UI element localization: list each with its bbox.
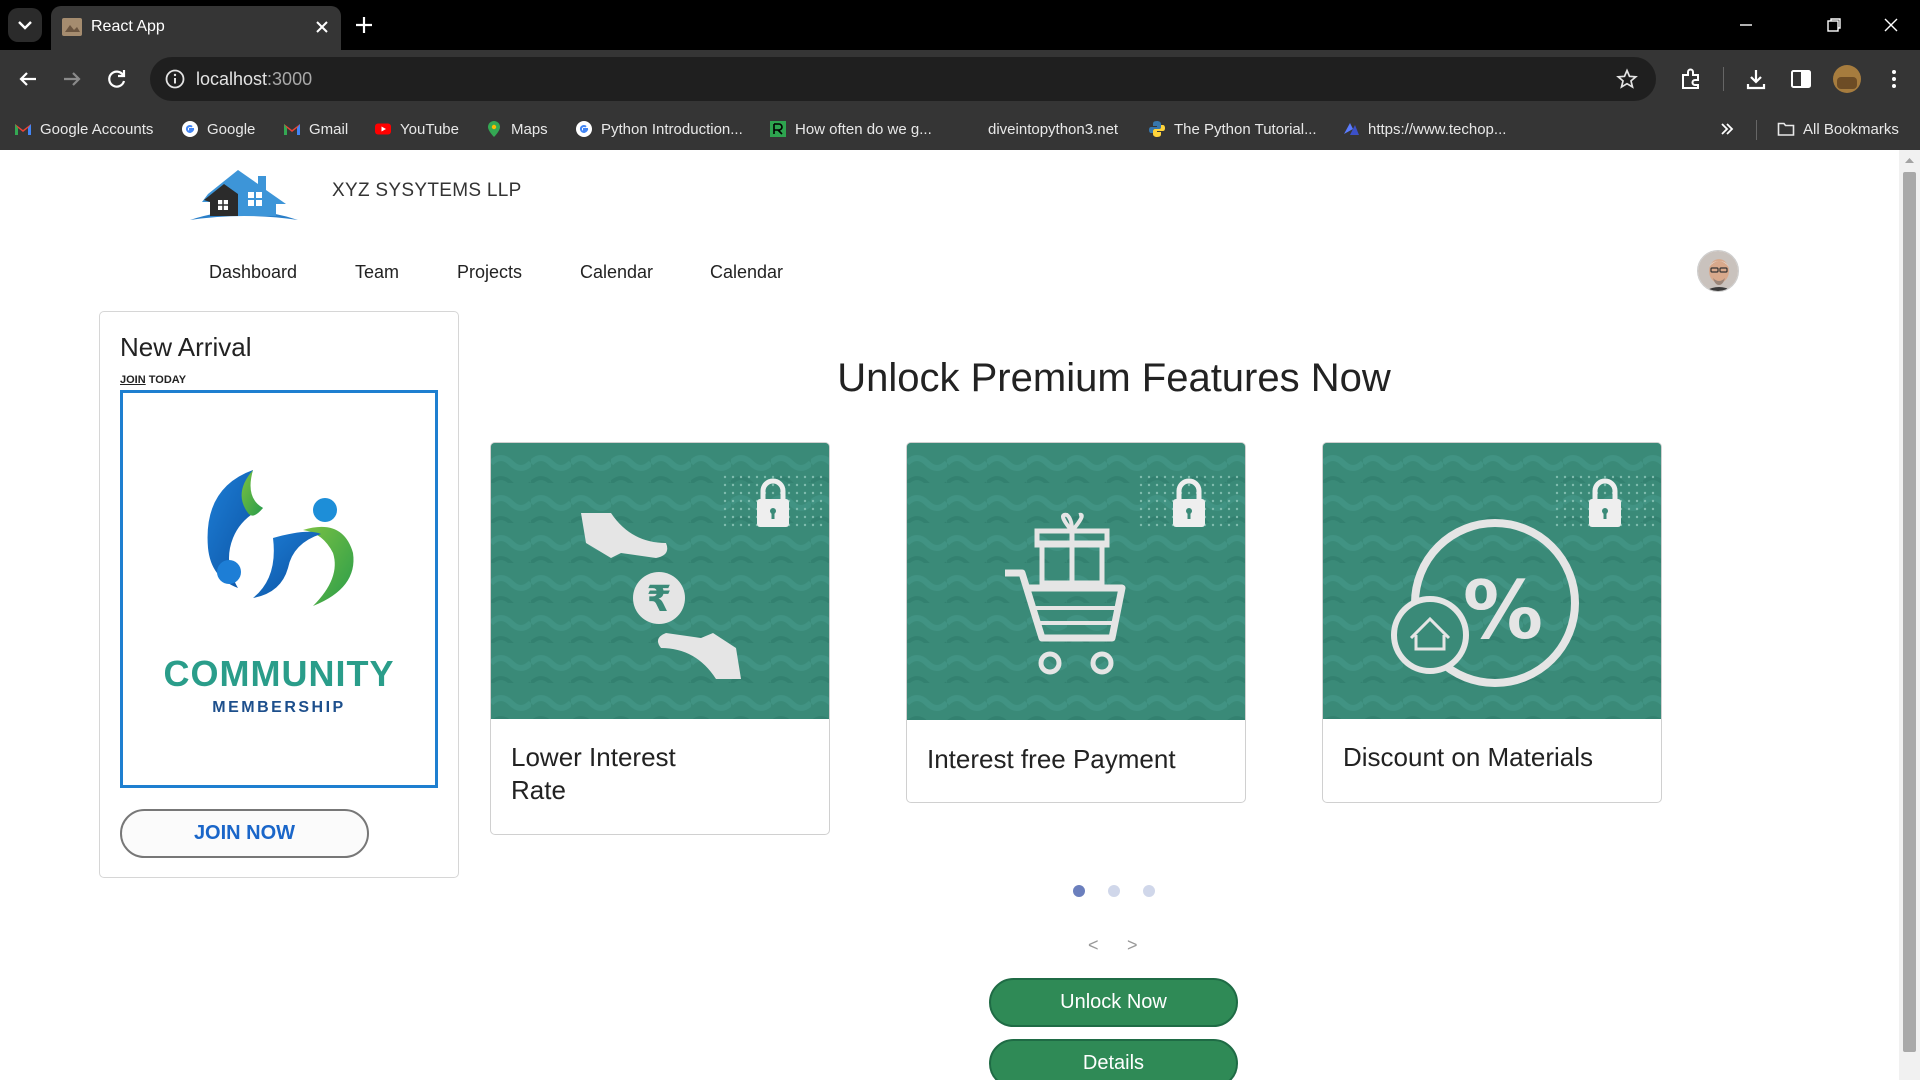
- tab-title: React App: [91, 18, 165, 35]
- bookmark-maps[interactable]: Maps: [485, 116, 548, 142]
- carousel-dot-3[interactable]: [1143, 885, 1155, 897]
- join-now-button[interactable]: JOIN NOW: [120, 809, 369, 858]
- feature-label: Interest free Payment: [927, 744, 1176, 774]
- page-scrollbar[interactable]: [1899, 150, 1920, 1080]
- side-panel-icon[interactable]: [1787, 65, 1815, 93]
- nav-projects[interactable]: Projects: [457, 262, 522, 283]
- nav-calendar[interactable]: Calendar: [580, 262, 653, 283]
- python-icon: [1149, 121, 1165, 137]
- feature-image: %: [1323, 443, 1661, 719]
- company-house-logo[interactable]: [188, 162, 300, 224]
- carousel-dot-2[interactable]: [1108, 885, 1120, 897]
- reload-icon[interactable]: [103, 65, 131, 93]
- profile-avatar-icon[interactable]: [1833, 65, 1861, 93]
- google-icon: [182, 121, 198, 137]
- rupee-hands-icon: ₹: [491, 443, 829, 719]
- bookmark-google-accounts[interactable]: Google Accounts: [14, 116, 153, 142]
- carousel-dot-1[interactable]: [1073, 885, 1085, 897]
- active-tab[interactable]: React App: [51, 6, 341, 50]
- url-text: localhost:3000: [196, 69, 313, 89]
- carousel-prev-button[interactable]: <: [1088, 935, 1099, 956]
- feature-image: ₹: [491, 443, 829, 719]
- toolbar-divider: [1723, 67, 1724, 91]
- site-icon: [1344, 123, 1359, 135]
- all-bookmarks[interactable]: All Bookmarks: [1777, 116, 1899, 142]
- gift-cart-icon: [907, 443, 1245, 720]
- bookmark-diveintopython[interactable]: diveintopython3.net: [988, 116, 1118, 142]
- nav-dashboard[interactable]: Dashboard: [209, 262, 297, 283]
- feature-card-interest-free[interactable]: Interest free Payment: [906, 442, 1246, 803]
- bookmark-python-tutorial[interactable]: The Python Tutorial...: [1148, 116, 1317, 142]
- window-close-icon[interactable]: [1878, 12, 1904, 38]
- svg-text:%: %: [1463, 564, 1543, 657]
- more-menu-icon[interactable]: [1880, 65, 1908, 93]
- gmail-icon: [15, 124, 31, 135]
- react-app-favicon-icon: [62, 18, 82, 36]
- google-icon: [576, 121, 592, 137]
- svg-text:₹: ₹: [646, 579, 671, 620]
- carousel-next-button[interactable]: >: [1127, 935, 1138, 956]
- address-bar[interactable]: localhost:3000: [150, 57, 1656, 101]
- folder-icon: [1777, 122, 1795, 136]
- details-button[interactable]: Details: [989, 1039, 1238, 1080]
- community-title-text: COMMUNITY: [163, 653, 395, 694]
- close-icon[interactable]: [311, 16, 333, 38]
- more-bookmarks-chevron-icon[interactable]: [1718, 120, 1736, 138]
- bookmarks-divider: [1756, 120, 1757, 140]
- user-avatar[interactable]: [1697, 250, 1739, 292]
- gmail-icon: [284, 124, 300, 135]
- feature-card-discount[interactable]: % Discount on Materials: [1322, 442, 1662, 803]
- unlock-now-button[interactable]: Unlock Now: [989, 978, 1238, 1027]
- restore-icon[interactable]: [1821, 12, 1847, 38]
- nav-team[interactable]: Team: [355, 262, 399, 283]
- bookmark-google[interactable]: Google: [181, 116, 255, 142]
- star-bookmark-icon[interactable]: [1616, 68, 1638, 90]
- youtube-icon: [375, 123, 391, 135]
- forward-arrow-icon[interactable]: [58, 65, 86, 93]
- bookmark-youtube[interactable]: YouTube: [374, 116, 459, 142]
- nav-calendar-2[interactable]: Calendar: [710, 262, 783, 283]
- company-name: XYZ SYSYTEMS LLP: [332, 180, 522, 201]
- community-people-logo-icon: [207, 470, 354, 606]
- feature-card-lower-interest[interactable]: ₹ Lower Interest Rate: [490, 442, 830, 835]
- membership-subtitle-text: MEMBERSHIP: [212, 699, 346, 716]
- community-membership-image: COMMUNITY MEMBERSHIP: [120, 390, 438, 788]
- page-content: XYZ SYSYTEMS LLP Dashboard Team Projects…: [0, 150, 1899, 1080]
- bookmarks-bar: Google Accounts Google Gmail YouTube Map…: [0, 108, 1920, 150]
- user-photo-icon: [1698, 251, 1738, 291]
- bookmark-gmail[interactable]: Gmail: [283, 116, 348, 142]
- bookmark-techop[interactable]: https://www.techop...: [1342, 116, 1506, 142]
- chevron-down-icon: [18, 21, 32, 30]
- minimize-icon[interactable]: [1733, 12, 1759, 38]
- extensions-puzzle-icon[interactable]: [1677, 65, 1705, 93]
- feature-label: Discount on Materials: [1343, 742, 1593, 772]
- back-arrow-icon[interactable]: [14, 65, 42, 93]
- bookmark-python-introduction[interactable]: Python Introduction...: [575, 116, 743, 142]
- site-info-icon[interactable]: [164, 68, 186, 90]
- site-icon: [770, 121, 786, 137]
- browser-toolbar: localhost:3000: [0, 50, 1920, 108]
- feature-image: [907, 443, 1245, 720]
- percent-discount-icon: %: [1323, 443, 1661, 719]
- scrollbar-thumb[interactable]: [1903, 172, 1916, 1052]
- download-icon[interactable]: [1742, 65, 1770, 93]
- bookmark-how-often[interactable]: How often do we g...: [769, 116, 932, 142]
- tab-bar: React App: [0, 0, 1920, 50]
- maps-pin-icon: [488, 121, 500, 137]
- premium-section-title: Unlock Premium Features Now: [837, 356, 1391, 400]
- feature-label: Lower Interest Rate: [511, 742, 676, 805]
- scroll-up-arrow-icon[interactable]: [1904, 156, 1915, 164]
- new-tab-plus-icon[interactable]: [352, 13, 376, 37]
- tab-search-button[interactable]: [8, 8, 42, 42]
